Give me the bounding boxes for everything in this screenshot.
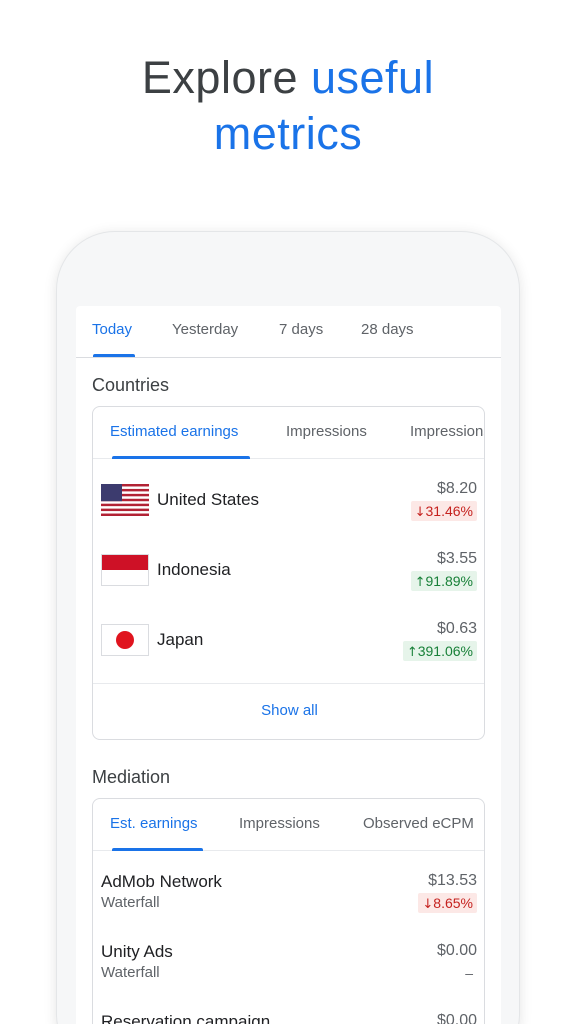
countries-card: Estimated earnings Impressions Impressio… — [92, 406, 485, 740]
change-badge: ↓31.46% — [410, 501, 477, 521]
tab-impressions-2[interactable]: Impressions — [410, 423, 484, 440]
indonesia-flag-icon — [101, 554, 149, 586]
mediation-metric-tabs: Est. earnings Impressions Observed eCPM — [93, 799, 484, 851]
mediation-row-reservation[interactable]: Reservation campaign $0.00 — [93, 997, 484, 1024]
country-name: Japan — [157, 630, 204, 649]
network-name: Unity Ads — [101, 942, 173, 961]
country-earnings: $3.55 — [436, 550, 477, 567]
active-tab-indicator — [112, 456, 250, 459]
tab-impressions[interactable]: Impressions — [239, 815, 320, 832]
change-value: 391.06% — [417, 643, 473, 659]
change-value: 31.46% — [425, 503, 473, 519]
tab-estimated-earnings[interactable]: Estimated earnings — [110, 423, 238, 440]
change-badge: ↑391.06% — [402, 641, 477, 661]
app-screen: Today Yesterday 7 days 28 days Countries… — [76, 306, 501, 1024]
country-row-indonesia[interactable]: Indonesia $3.55 ↑91.89% — [93, 535, 484, 605]
active-tab-indicator — [93, 354, 135, 357]
mediation-title: Mediation — [92, 767, 171, 787]
tab-observed-ecpm[interactable]: Observed eCPM — [363, 815, 474, 832]
headline-dark-text: Explore — [141, 52, 311, 103]
arrow-down-icon: ↓ — [414, 505, 426, 520]
headline: Explore useful metrics — [0, 50, 576, 162]
us-flag-icon — [101, 484, 149, 516]
country-row-united-states[interactable]: United States $8.20 ↓31.46% — [93, 465, 484, 535]
tab-today[interactable]: Today — [92, 321, 132, 338]
change-value: 8.65% — [433, 895, 473, 911]
tab-est-earnings[interactable]: Est. earnings — [110, 815, 198, 832]
country-earnings: $0.63 — [436, 620, 477, 637]
network-type: Waterfall — [101, 964, 160, 981]
network-type: Waterfall — [101, 894, 160, 911]
change-badge: ↑91.89% — [410, 571, 477, 591]
country-name: Indonesia — [157, 560, 231, 579]
mediation-row-admob[interactable]: AdMob Network Waterfall $13.53 ↓8.65% — [93, 857, 484, 927]
mediation-row-unity[interactable]: Unity Ads Waterfall $0.00 – — [93, 927, 484, 997]
show-all-link[interactable]: Show all — [93, 683, 484, 739]
countries-metric-tabs: Estimated earnings Impressions Impressio… — [93, 407, 484, 459]
mediation-card: Est. earnings Impressions Observed eCPM … — [92, 798, 485, 1024]
country-row-japan[interactable]: Japan $0.63 ↑391.06% — [93, 605, 484, 675]
arrow-up-icon: ↑ — [406, 645, 418, 660]
network-name: AdMob Network — [101, 872, 222, 891]
headline-line-2: metrics — [213, 108, 363, 159]
arrow-down-icon: ↓ — [422, 897, 434, 912]
headline-blue-text: useful — [311, 52, 435, 103]
date-range-tabs: Today Yesterday 7 days 28 days — [76, 306, 501, 358]
network-earnings: $0.00 — [436, 1012, 477, 1024]
tab-7-days[interactable]: 7 days — [279, 321, 323, 338]
tab-impressions[interactable]: Impressions — [286, 423, 367, 440]
change-badge: – — [465, 965, 473, 981]
network-earnings: $13.53 — [428, 872, 477, 889]
countries-title: Countries — [92, 375, 170, 395]
arrow-up-icon: ↑ — [414, 575, 426, 590]
active-tab-indicator — [112, 848, 203, 851]
network-earnings: $0.00 — [436, 942, 477, 959]
tab-28-days[interactable]: 28 days — [361, 321, 414, 338]
network-name: Reservation campaign — [101, 1012, 271, 1024]
country-name: United States — [157, 490, 260, 509]
change-badge: ↓8.65% — [418, 893, 477, 913]
tab-yesterday[interactable]: Yesterday — [172, 321, 238, 338]
japan-flag-icon — [101, 624, 149, 656]
change-value: 91.89% — [425, 573, 473, 589]
headline-line-1: Explore useful — [0, 50, 576, 106]
country-earnings: $8.20 — [436, 480, 477, 497]
